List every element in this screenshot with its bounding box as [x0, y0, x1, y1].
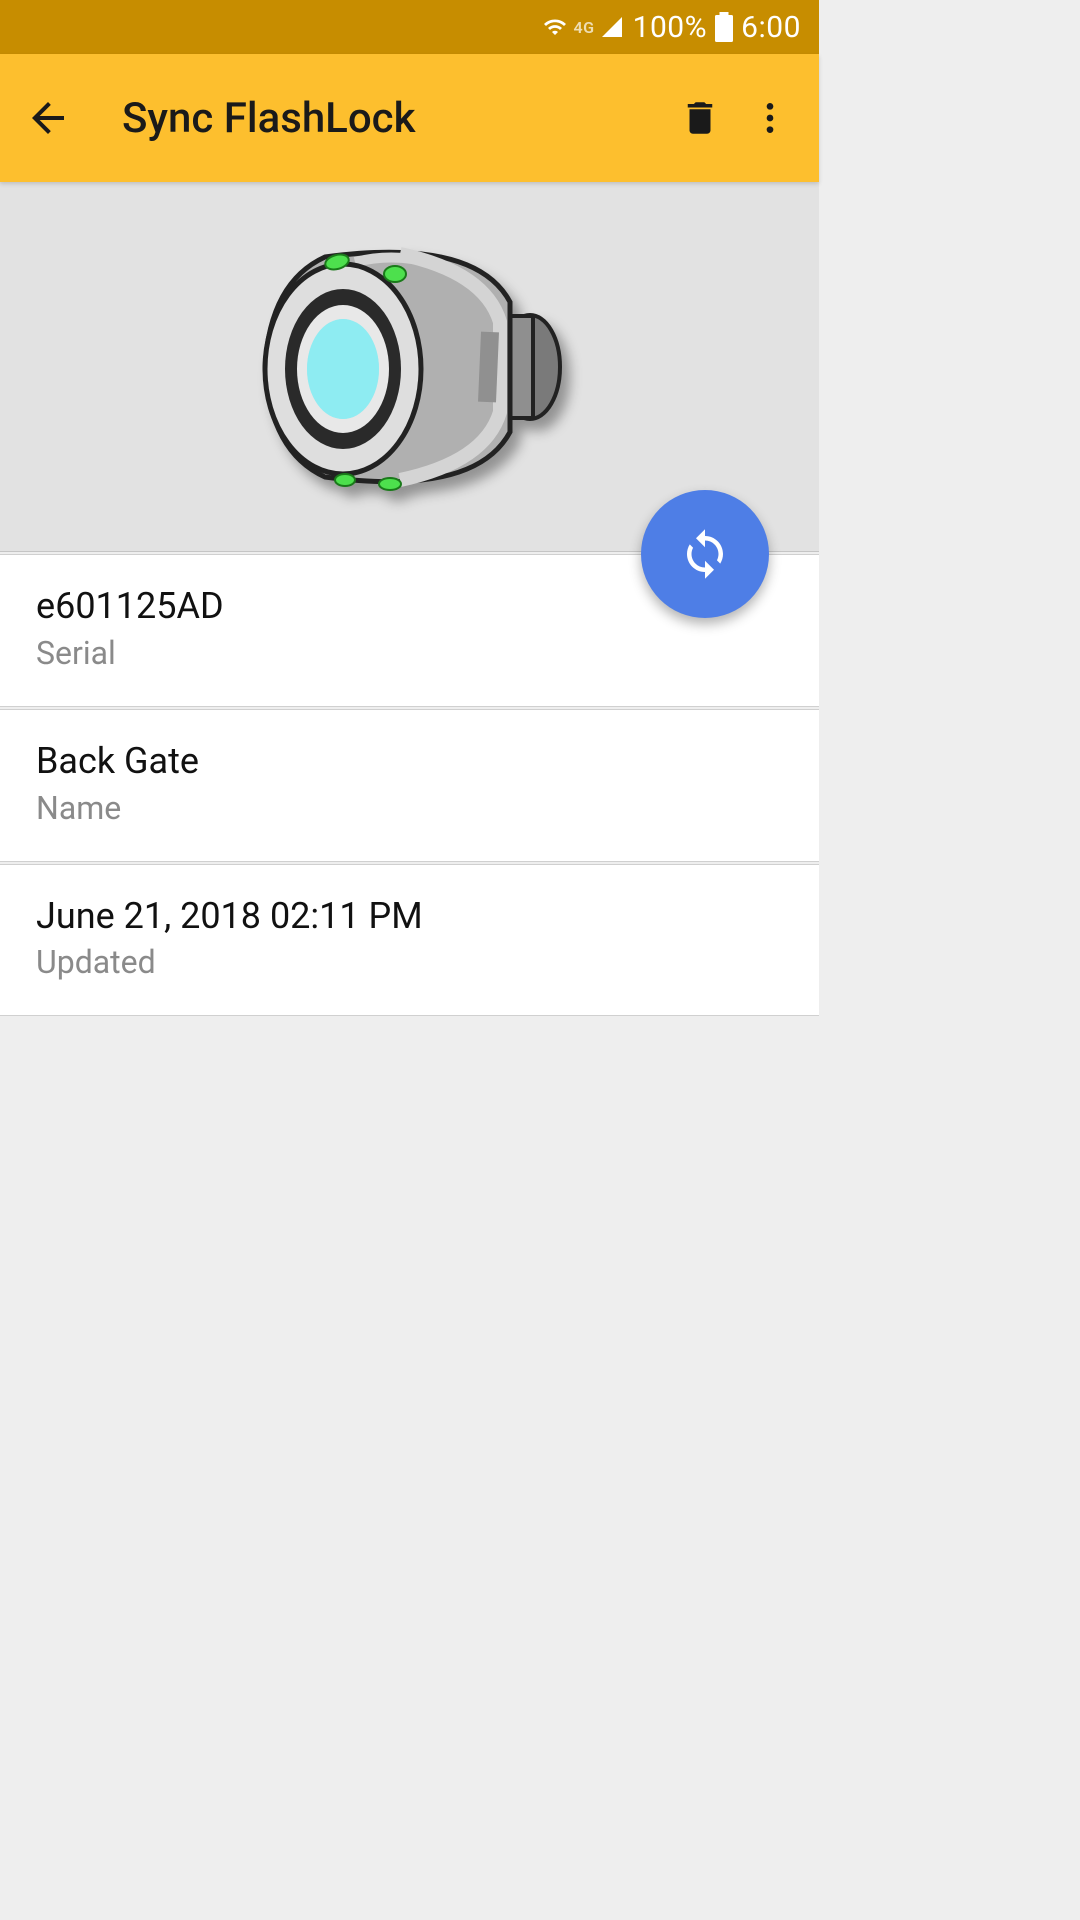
status-icons: 4G — [540, 15, 625, 39]
arrow-left-icon — [24, 94, 72, 142]
battery-icon — [715, 12, 733, 42]
network-type-icon: 4G — [574, 18, 595, 37]
updated-row[interactable]: June 21, 2018 02:11 PM Updated — [0, 864, 819, 1017]
back-button[interactable] — [14, 84, 82, 152]
more-button[interactable] — [735, 83, 805, 153]
wifi-icon — [540, 15, 570, 39]
updated-label: Updated — [36, 943, 783, 981]
status-bar: 4G 100% 6:00 — [0, 0, 819, 54]
name-value: Back Gate — [36, 738, 783, 785]
battery-percent: 100% — [633, 10, 708, 45]
more-vert-icon — [750, 98, 790, 138]
signal-icon — [599, 15, 625, 39]
updated-value: June 21, 2018 02:11 PM — [36, 893, 783, 940]
name-row[interactable]: Back Gate Name — [0, 709, 819, 862]
flashlock-illustration — [225, 222, 595, 512]
trash-icon — [679, 97, 721, 139]
name-label: Name — [36, 789, 783, 827]
page-title: Sync FlashLock — [122, 94, 665, 143]
sync-icon — [678, 527, 732, 581]
delete-button[interactable] — [665, 83, 735, 153]
clock: 6:00 — [741, 10, 801, 45]
serial-label: Serial — [36, 634, 783, 672]
sync-fab[interactable] — [641, 490, 769, 618]
app-bar: Sync FlashLock — [0, 54, 819, 182]
details-list: e601125AD Serial Back Gate Name June 21,… — [0, 554, 819, 1016]
